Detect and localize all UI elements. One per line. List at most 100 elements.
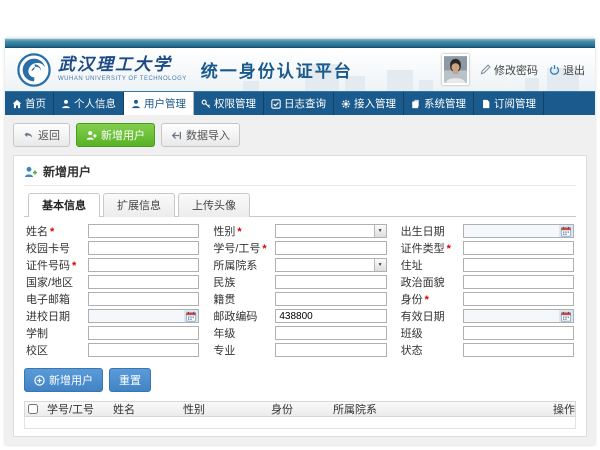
field-class: 班级 xyxy=(401,326,574,340)
enroll-date-input[interactable] xyxy=(88,309,199,323)
field-label: 学号/工号* xyxy=(213,240,275,256)
id-number-input[interactable] xyxy=(88,258,199,272)
university-logo xyxy=(17,53,51,87)
university-name: 武汉理工大学 WUHAN UNIVERSITY OF TECHNOLOGY xyxy=(58,57,187,82)
field-label: 民族 xyxy=(213,274,275,290)
department-select[interactable]: ▼ xyxy=(275,258,386,272)
native-place-input[interactable] xyxy=(275,292,386,306)
add-user-panel: 新增用户 基本信息 扩展信息 上传头像 姓名*性别*▼出生日期校园卡号学号/工号… xyxy=(13,155,587,437)
field-email: 电子邮箱 xyxy=(26,292,199,306)
gear-icon xyxy=(341,99,351,109)
table-header: 学号/工号姓名性别身份所属院系操作 xyxy=(24,401,576,417)
field-gender: 性别*▼ xyxy=(213,224,386,238)
submit-add-user-button[interactable]: 新增用户 xyxy=(24,368,103,392)
nav-tab-logs[interactable]: 日志查询 xyxy=(264,92,334,115)
address-input[interactable] xyxy=(463,258,574,272)
field-valid-date: 有效日期 xyxy=(401,309,574,323)
postal-code-input[interactable] xyxy=(275,309,386,323)
toolbar: 返回 新增用户 数据导入 xyxy=(13,123,587,147)
country-region-input[interactable] xyxy=(88,275,199,289)
field-id-type: 证件类型* xyxy=(401,241,574,255)
calendar-icon[interactable] xyxy=(559,310,573,322)
avatar[interactable] xyxy=(442,54,469,85)
nav-tab-home[interactable]: 首页 xyxy=(5,92,54,115)
panel-tabs: 基本信息 扩展信息 上传头像 xyxy=(24,192,576,217)
campus-input[interactable] xyxy=(88,343,199,357)
political-status-input[interactable] xyxy=(463,275,574,289)
required-asterisk: * xyxy=(72,260,76,272)
calendar-icon[interactable] xyxy=(559,225,573,237)
col-department: 所属院系 xyxy=(329,401,549,417)
reset-button[interactable]: 重置 xyxy=(109,368,151,392)
chevron-down-icon: ▼ xyxy=(374,225,386,237)
field-identity: 身份* xyxy=(401,292,574,306)
field-label: 出生日期 xyxy=(401,223,463,239)
field-address: 住址 xyxy=(401,258,574,272)
field-label: 所属院系 xyxy=(213,257,275,273)
field-department: 所属院系▼ xyxy=(213,258,386,272)
change-password-link[interactable]: 修改密码 xyxy=(480,62,538,78)
campus-card-input[interactable] xyxy=(88,241,199,255)
required-asterisk: * xyxy=(425,294,429,306)
field-enroll-date: 进校日期 xyxy=(26,309,199,323)
add-user-toolbar-button[interactable]: 新增用户 xyxy=(76,123,155,147)
status-input[interactable] xyxy=(463,343,574,357)
user-icon xyxy=(131,99,141,109)
birth-date-input[interactable] xyxy=(463,224,574,238)
tab-upload-avatar[interactable]: 上传头像 xyxy=(178,193,250,217)
field-label: 校区 xyxy=(26,342,88,358)
name-input[interactable] xyxy=(88,224,199,238)
field-label: 有效日期 xyxy=(401,308,463,324)
required-asterisk: * xyxy=(262,243,266,255)
email-input[interactable] xyxy=(88,292,199,306)
back-icon xyxy=(23,130,34,141)
field-label: 证件号码* xyxy=(26,257,88,273)
nav-tab-system[interactable]: 系统管理 xyxy=(404,92,474,115)
calendar-icon[interactable] xyxy=(184,310,198,322)
gender-select[interactable]: ▼ xyxy=(275,224,386,238)
select-all-cell xyxy=(28,404,43,414)
ethnicity-input[interactable] xyxy=(275,275,386,289)
field-political-status: 政治面貌 xyxy=(401,275,574,289)
nav-tab-profile[interactable]: 个人信息 xyxy=(54,92,124,115)
field-major: 专业 xyxy=(213,343,386,357)
field-name: 姓名* xyxy=(26,224,199,238)
platform-title: 统一身份认证平台 xyxy=(201,57,353,82)
identity-input[interactable] xyxy=(463,292,574,306)
nav-tab-permissions[interactable]: 权限管理 xyxy=(194,92,264,115)
field-label: 专业 xyxy=(213,342,275,358)
field-label: 住址 xyxy=(401,257,463,273)
header: 武汉理工大学 WUHAN UNIVERSITY OF TECHNOLOGY 统一… xyxy=(5,48,595,91)
id-type-input[interactable] xyxy=(463,241,574,255)
select-all-checkbox[interactable] xyxy=(28,404,38,414)
field-id-number: 证件号码* xyxy=(26,258,199,272)
schooling-length-input[interactable] xyxy=(88,326,199,340)
field-label: 班级 xyxy=(401,325,463,341)
tab-extended-info[interactable]: 扩展信息 xyxy=(103,193,175,217)
class-input[interactable] xyxy=(463,326,574,340)
major-input[interactable] xyxy=(275,343,386,357)
form-actions: 新增用户 重置 xyxy=(24,368,576,392)
field-label: 校园卡号 xyxy=(26,240,88,256)
required-asterisk: * xyxy=(447,243,451,255)
import-arrow-icon xyxy=(171,130,182,141)
back-button[interactable]: 返回 xyxy=(13,123,70,147)
nav-tab-access[interactable]: 接入管理 xyxy=(334,92,404,115)
plus-circle-icon xyxy=(34,375,45,386)
field-ethnicity: 民族 xyxy=(213,275,386,289)
field-postal-code: 邮政编码 xyxy=(213,309,386,323)
nav-tab-users[interactable]: 用户管理 xyxy=(124,92,194,115)
logout-link[interactable]: 退出 xyxy=(549,62,585,78)
data-import-button[interactable]: 数据导入 xyxy=(161,123,240,147)
valid-date-input[interactable] xyxy=(463,309,574,323)
field-label: 证件类型* xyxy=(401,240,463,256)
col-gender: 性别 xyxy=(179,401,267,417)
table-empty-body xyxy=(24,417,576,429)
nav-tab-subscribe[interactable]: 订阅管理 xyxy=(474,92,544,115)
form-grid: 姓名*性别*▼出生日期校园卡号学号/工号*证件类型*证件号码*所属院系▼住址国家… xyxy=(24,217,576,363)
tab-basic-info[interactable]: 基本信息 xyxy=(28,193,100,217)
col-student-id: 学号/工号 xyxy=(43,401,109,417)
student-id-input[interactable] xyxy=(275,241,386,255)
required-asterisk: * xyxy=(50,226,54,238)
grade-input[interactable] xyxy=(275,326,386,340)
